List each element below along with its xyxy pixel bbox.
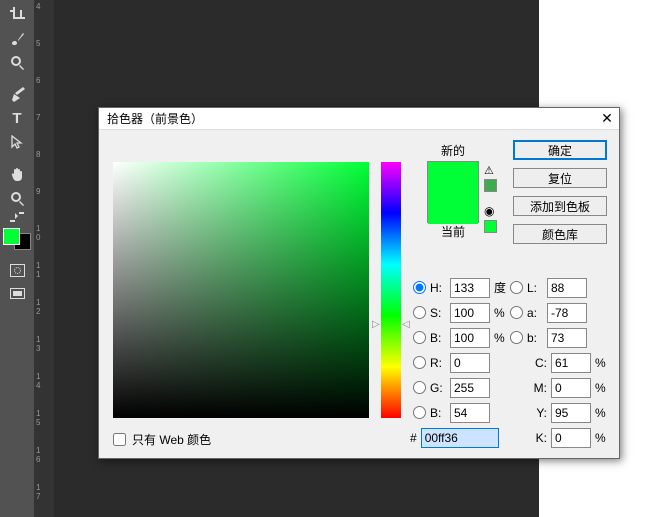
g-radio[interactable] <box>413 381 426 394</box>
b-lab-input[interactable] <box>547 328 587 348</box>
gamut-swatch[interactable] <box>484 179 497 192</box>
hand-tool[interactable] <box>4 163 30 185</box>
b-rgb-input[interactable] <box>450 403 490 423</box>
a-radio[interactable] <box>510 306 523 319</box>
dialog-buttons: 确定 复位 添加到色板 颜色库 <box>513 140 609 252</box>
dialog-body: ▷ ◁ 新的 当前 ⚠ ◉ 确定 复位 添加到色板 颜色库 H:度 S:% <box>99 130 619 458</box>
cmyk-group: C:% M:% Y:% K:% <box>529 352 606 452</box>
add-swatch-button[interactable]: 添加到色板 <box>513 196 607 216</box>
g-input[interactable] <box>450 378 490 398</box>
lab-group: L: a: b: <box>510 277 587 352</box>
dialog-title: 拾色器（前景色） <box>107 110 203 127</box>
swap-colors-icon[interactable] <box>4 211 30 223</box>
new-current-swatch: 新的 当前 <box>417 142 489 240</box>
foreground-swatch[interactable] <box>3 228 20 245</box>
warning-icon: ⚠ <box>484 164 497 177</box>
gamut-warning[interactable]: ⚠ <box>484 164 497 192</box>
hex-input[interactable] <box>421 428 499 448</box>
color-lib-button[interactable]: 颜色库 <box>513 224 607 244</box>
new-label: 新的 <box>417 142 489 159</box>
crop-tool[interactable] <box>4 3 30 25</box>
current-label: 当前 <box>417 223 489 240</box>
h-radio[interactable] <box>413 281 426 294</box>
l-input[interactable] <box>547 278 587 298</box>
zoom-tool[interactable] <box>4 51 30 73</box>
b-hsb-input[interactable] <box>450 328 490 348</box>
websafe-swatch[interactable] <box>484 220 497 233</box>
ok-button[interactable]: 确定 <box>513 140 607 160</box>
y-input[interactable] <box>551 403 591 423</box>
close-icon[interactable]: ✕ <box>595 110 619 127</box>
new-color-swatch[interactable] <box>428 162 478 193</box>
reset-button[interactable]: 复位 <box>513 168 607 188</box>
a-input[interactable] <box>547 303 587 323</box>
tool-palette: T <box>0 0 34 517</box>
cube-icon: ◉ <box>484 204 497 218</box>
r-radio[interactable] <box>413 356 426 369</box>
type-tool[interactable]: T <box>4 107 30 129</box>
current-color-swatch[interactable] <box>428 193 478 224</box>
k-input[interactable] <box>551 428 591 448</box>
color-picker-dialog: 拾色器（前景色） ✕ ▷ ◁ 新的 当前 ⚠ ◉ 确定 复位 添加到色板 颜色库 <box>98 107 620 459</box>
color-field[interactable] <box>113 162 369 418</box>
color-swatches[interactable] <box>3 228 31 250</box>
r-input[interactable] <box>450 353 490 373</box>
rgb-group: R: G: B: <box>413 352 490 427</box>
hsb-group: H:度 S:% B:% <box>413 277 506 352</box>
hex-hash: # <box>410 431 417 445</box>
s-radio[interactable] <box>413 306 426 319</box>
h-input[interactable] <box>450 278 490 298</box>
m-input[interactable] <box>551 378 591 398</box>
hue-indicator-right-icon: ◁ <box>402 319 410 330</box>
pen-tool[interactable] <box>4 83 30 105</box>
c-input[interactable] <box>551 353 591 373</box>
web-colors-only: 只有 Web 颜色 <box>113 431 211 448</box>
zoom-tool-2[interactable] <box>4 187 30 209</box>
quickmask-tool[interactable] <box>4 259 30 281</box>
web-only-label: 只有 Web 颜色 <box>132 431 211 448</box>
brush-tool[interactable] <box>4 27 30 49</box>
b-lab-radio[interactable] <box>510 331 523 344</box>
b-rgb-radio[interactable] <box>413 406 426 419</box>
l-radio[interactable] <box>510 281 523 294</box>
web-only-checkbox[interactable] <box>113 433 126 446</box>
websafe-warning[interactable]: ◉ <box>484 204 497 233</box>
hue-slider[interactable] <box>381 162 401 418</box>
screenmode-tool[interactable] <box>4 283 30 305</box>
vertical-ruler: 4567891011121314151617 <box>34 0 54 517</box>
dialog-titlebar[interactable]: 拾色器（前景色） ✕ <box>99 108 619 130</box>
hue-indicator-left-icon: ▷ <box>372 319 380 330</box>
s-input[interactable] <box>450 303 490 323</box>
b-hsb-radio[interactable] <box>413 331 426 344</box>
hex-row: # <box>410 428 499 448</box>
path-select-tool[interactable] <box>4 131 30 153</box>
